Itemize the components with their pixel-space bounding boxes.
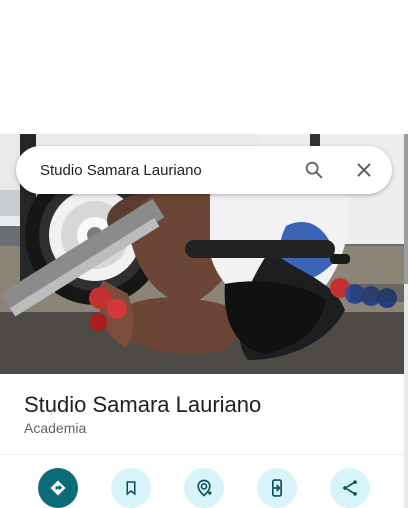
clear-search-button[interactable]	[350, 156, 378, 184]
nearby-icon	[197, 479, 212, 497]
close-icon	[357, 163, 371, 177]
directions-button[interactable]	[38, 468, 78, 508]
place-category: Academia	[24, 420, 87, 436]
actions-divider	[0, 454, 404, 455]
send-to-phone-icon	[272, 479, 282, 497]
action-buttons-row	[0, 468, 404, 508]
nearby-button[interactable]	[184, 468, 224, 508]
right-scrollbar-thumb[interactable]	[404, 134, 408, 284]
right-scrollbar[interactable]	[404, 134, 408, 508]
search-bar[interactable]: Studio Samara Lauriano	[16, 146, 392, 194]
share-button[interactable]	[330, 468, 370, 508]
share-icon	[343, 480, 357, 496]
search-button[interactable]	[300, 156, 328, 184]
bookmark-icon	[126, 481, 136, 496]
save-button[interactable]	[111, 468, 151, 508]
search-input[interactable]: Studio Samara Lauriano	[40, 162, 278, 179]
search-icon	[305, 161, 323, 179]
place-name: Studio Samara Lauriano	[24, 392, 262, 417]
directions-icon	[50, 480, 66, 496]
top-blank-area	[0, 0, 408, 134]
send-to-phone-button[interactable]	[257, 468, 297, 508]
